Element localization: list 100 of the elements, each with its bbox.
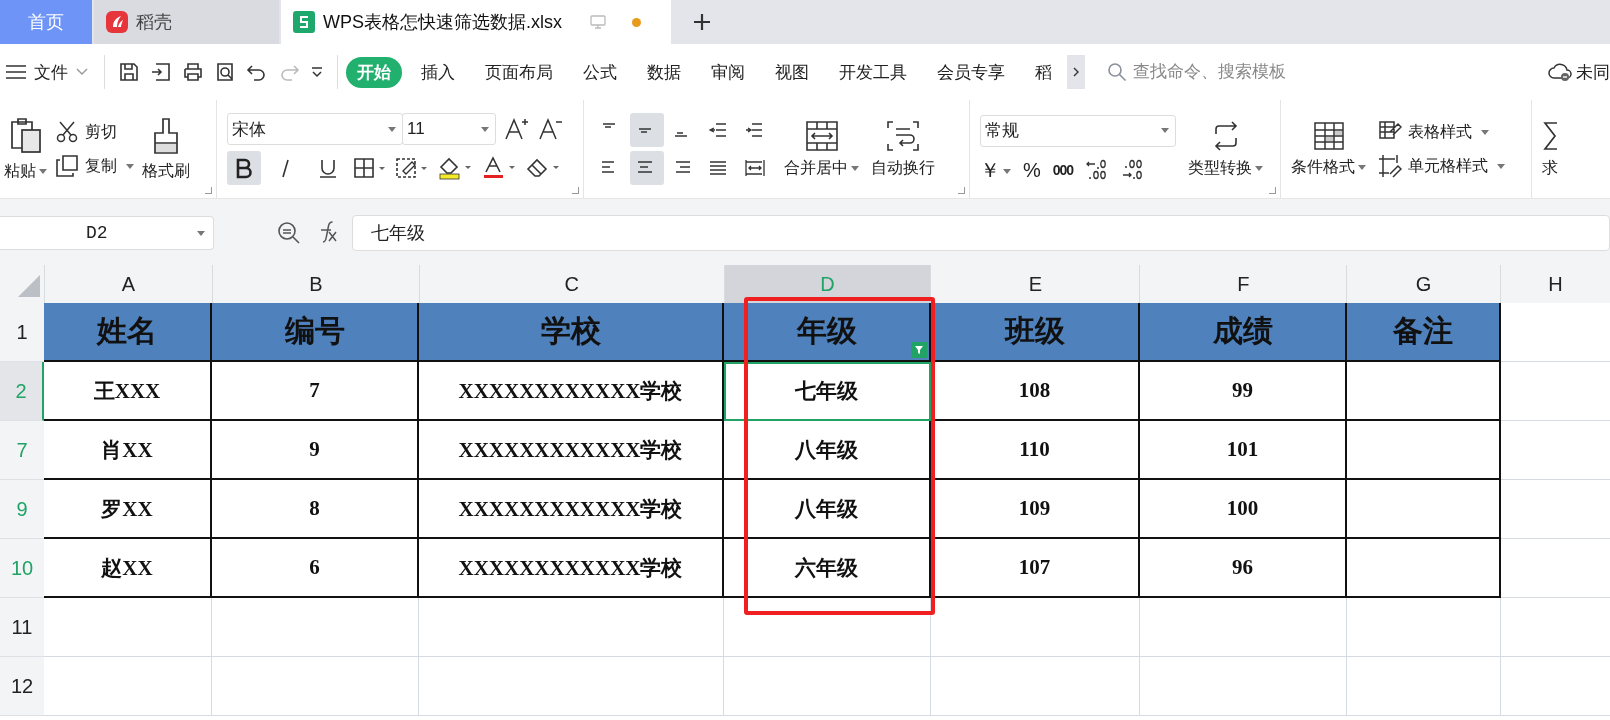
table-cell: 7: [212, 362, 419, 421]
clipboard-icon: [8, 116, 43, 155]
table-cell: 6: [212, 539, 419, 598]
ribbon-tab[interactable]: 公式: [572, 56, 628, 88]
cut-button[interactable]: 剪切: [55, 120, 134, 144]
table-cell: 109: [931, 480, 1140, 539]
ribbon-tab[interactable]: 审阅: [700, 56, 756, 88]
table-cell: 99: [1140, 362, 1347, 421]
app-logo-icon: [106, 11, 128, 33]
cloud-icon: [1548, 62, 1572, 82]
dropdown-icon[interactable]: [310, 65, 324, 79]
filter-icon[interactable]: [911, 342, 927, 358]
sync-status[interactable]: 未同: [1548, 60, 1610, 84]
table-cell: 七年级: [724, 362, 931, 421]
spreadsheet-icon: [293, 11, 315, 33]
row-header[interactable]: 11: [0, 598, 44, 657]
table-cell: 110: [931, 421, 1140, 480]
font-name-dropdown[interactable]: 宋体: [227, 113, 403, 145]
paste-button[interactable]: 粘贴: [4, 116, 47, 182]
table-cell: 100: [1140, 480, 1347, 539]
table-style-button[interactable]: 表格样式: [1378, 120, 1505, 144]
table-grid-icon: [1312, 120, 1345, 151]
increase-font-icon[interactable]: [504, 116, 530, 142]
type-convert-button[interactable]: 类型转换: [1188, 119, 1263, 179]
cell-style-button[interactable]: 单元格样式: [1378, 154, 1505, 178]
table-cell: 肖XX: [44, 421, 212, 480]
brush-icon: [152, 116, 180, 155]
table-cell: 罗XX: [44, 480, 212, 539]
number-format-dropdown[interactable]: 常规: [980, 114, 1176, 147]
font-size-dropdown[interactable]: 11: [402, 113, 496, 145]
document-tab[interactable]: WPS表格怎快速筛选数据.xlsx: [281, 0, 671, 44]
header-cell: 学校: [419, 303, 724, 362]
conditional-format-button[interactable]: 条件格式: [1291, 120, 1366, 178]
thousands-separator-button[interactable]: 000: [1052, 162, 1074, 178]
merge-center-button[interactable]: 合并居中: [784, 119, 859, 179]
zoom-icon[interactable]: [276, 220, 302, 246]
print-preview-icon[interactable]: [214, 61, 236, 83]
unsaved-dot: [632, 17, 641, 27]
name-box[interactable]: D2: [0, 216, 214, 250]
ribbon-tab[interactable]: 稻: [1024, 56, 1063, 88]
borders-icon[interactable]: [353, 157, 387, 179]
table-cell: 八年级: [724, 421, 931, 480]
export-icon[interactable]: [150, 61, 172, 83]
table-cell: 9: [212, 421, 419, 480]
copy-button[interactable]: 复制: [55, 154, 134, 178]
underline-icon[interactable]: [317, 157, 339, 179]
menu-icon: [6, 65, 26, 79]
table-cell: 107: [931, 539, 1140, 598]
save-icon[interactable]: [118, 61, 140, 83]
copy-icon: [55, 154, 79, 178]
ribbon-tab[interactable]: 数据: [636, 56, 692, 88]
table-cell: 六年级: [724, 539, 931, 598]
percent-button[interactable]: %: [1023, 158, 1041, 182]
header-cell: 成绩: [1140, 303, 1347, 362]
decrease-font-icon[interactable]: [538, 116, 564, 142]
ribbon-tab[interactable]: 插入: [410, 56, 466, 88]
ribbon-tab[interactable]: 会员专享: [926, 56, 1016, 88]
table-cell: 八年级: [724, 480, 931, 539]
table-cell: 王XXX: [44, 362, 212, 421]
sigma-icon: [1543, 119, 1557, 152]
currency-button[interactable]: ￥: [980, 156, 1011, 184]
command-search-field[interactable]: 查找命令、搜索模板: [1107, 61, 1437, 83]
eraser-icon[interactable]: [525, 156, 561, 180]
bold-button[interactable]: [227, 151, 261, 185]
new-tab-icon[interactable]: [693, 13, 711, 31]
table-cell: XXXXXXXXXXXX学校: [419, 421, 724, 480]
table-cell: XXXXXXXXXXXX学校: [419, 480, 724, 539]
header-cell: 年级: [724, 303, 931, 362]
format-painter-button[interactable]: 格式刷: [142, 116, 190, 182]
column-header[interactable]: H: [1500, 265, 1610, 303]
formula-field[interactable]: 七年级: [352, 215, 1610, 251]
table-cell: XXXXXXXXXXXX学校: [419, 362, 724, 421]
ribbon-tab[interactable]: 开发工具: [828, 56, 918, 88]
wrap-text-icon: [886, 119, 920, 152]
row-header[interactable]: 1: [0, 303, 44, 362]
table-cell: 96: [1140, 539, 1347, 598]
search-icon: [1107, 62, 1127, 82]
merge-cells-icon: [804, 119, 839, 152]
wrap-text-button[interactable]: 自动换行: [871, 119, 935, 179]
row-header[interactable]: 12: [0, 657, 44, 716]
print-icon[interactable]: [182, 61, 204, 83]
table-cell: 赵XX: [44, 539, 212, 598]
ribbon-tab[interactable]: 页面布局: [474, 56, 564, 88]
cell-type-icon[interactable]: [395, 157, 429, 179]
align-middle-button[interactable]: [630, 113, 664, 147]
table-cell: XXXXXXXXXXXX学校: [419, 539, 724, 598]
header-cell: 姓名: [44, 303, 212, 362]
ribbon-tab[interactable]: 视图: [764, 56, 820, 88]
sum-button[interactable]: 求: [1542, 119, 1558, 179]
fill-color-icon[interactable]: [437, 156, 473, 180]
cell-brush-icon: [1378, 154, 1402, 178]
font-color-icon[interactable]: [481, 156, 517, 180]
document-tab[interactable]: 稻壳: [94, 0, 279, 44]
chevron-down-icon: [76, 68, 88, 76]
align-distributed-icon[interactable]: [744, 158, 766, 178]
table-cell: 101: [1140, 421, 1347, 480]
table-cell: 108: [931, 362, 1140, 421]
file-menu[interactable]: 文件: [6, 60, 88, 84]
align-center-button[interactable]: [630, 151, 664, 185]
header-cell: 备注: [1347, 303, 1501, 362]
